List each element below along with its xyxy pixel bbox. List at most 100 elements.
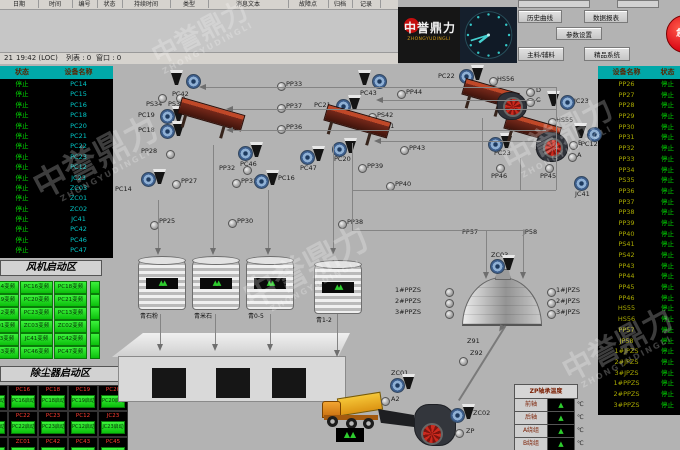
storage-silo[interactable]: ▲▲ [246, 258, 294, 310]
vfd-indicator[interactable] [90, 307, 100, 320]
dust-collector-cell: PC43PC43启动 [68, 437, 98, 450]
alarm-column-header[interactable]: 记录 [352, 0, 381, 8]
emergency-stop-button[interactable]: 急停 [666, 15, 680, 53]
flow-arrow-down [520, 272, 526, 279]
vfd-indicator[interactable] [90, 320, 100, 333]
dust-device-label: ZC01 [9, 439, 37, 445]
storage-silo[interactable]: ▲▲ [314, 262, 362, 314]
dust-device-label: PC43 [69, 439, 97, 445]
temp-table-title: ZP轴承温度 [514, 384, 578, 399]
vfd-start-button[interactable]: PC21变频 [54, 294, 87, 307]
status-dot [547, 288, 556, 297]
alarm-column-header[interactable]: 时间 [38, 0, 73, 8]
status-dot [338, 220, 347, 229]
device-name: PP31 [598, 132, 655, 142]
device-status: 停止 [655, 346, 680, 356]
dust-start-button[interactable]: PC21启动 [0, 421, 5, 434]
device-status: 停止 [655, 400, 680, 410]
vfd-start-button[interactable]: PC19变频 [0, 294, 19, 307]
vfd-start-button[interactable]: PC16变频 [20, 281, 53, 294]
device-label-b: B [578, 139, 582, 147]
vfd-start-button[interactable]: PC14变频 [0, 281, 19, 294]
alarm-column-header[interactable]: 类型 [170, 0, 209, 8]
alarm-column-header[interactable]: 消息文本 [208, 0, 289, 8]
data-report-button[interactable]: 数据报表 [584, 10, 628, 23]
fan-icon [390, 378, 405, 393]
screen-leg [494, 104, 500, 117]
vfd-start-button[interactable]: ZC03变频 [20, 320, 53, 333]
vfd-indicator[interactable] [90, 333, 100, 346]
storage-silo[interactable]: ▲▲ [138, 258, 186, 310]
device-label-pc22: PC22 [438, 72, 455, 80]
warehouse-door [272, 368, 306, 398]
status-dot [397, 90, 406, 99]
device-status-row: 停止JC23 [0, 173, 113, 183]
dust-start-button[interactable]: JC23启动 [101, 421, 125, 434]
vfd-start-button[interactable]: PC43变频 [0, 346, 19, 359]
vfd-start-button[interactable]: PC47变频 [54, 346, 87, 359]
vfd-start-button[interactable]: PC42变频 [54, 333, 87, 346]
dust-start-button[interactable]: PC18启动 [41, 395, 65, 408]
dust-start-button[interactable]: PC16启动 [11, 395, 35, 408]
dust-start-button[interactable]: PC19启动 [71, 395, 95, 408]
pipe-line [520, 158, 521, 190]
device-status-row: 停止PC20 [0, 121, 113, 131]
device-status: 停止 [655, 175, 680, 185]
device-name: PP43 [598, 261, 655, 271]
vfd-indicator[interactable] [90, 346, 100, 359]
history-curve-button[interactable]: 历史曲线 [518, 10, 562, 23]
device-status: 停止 [655, 197, 680, 207]
vfd-start-button[interactable]: PC22变频 [0, 307, 19, 320]
storage-silo[interactable]: ▲▲ [192, 258, 240, 310]
dust-start-button[interactable]: PC22启动 [11, 421, 35, 434]
vfd-start-button[interactable]: PC13变频 [54, 307, 87, 320]
vfd-start-button[interactable]: PC23变频 [20, 307, 53, 320]
alarm-column-header[interactable]: 编号 [72, 0, 98, 8]
vfd-start-button[interactable]: PC46变频 [20, 346, 53, 359]
hopper-icon [462, 404, 475, 419]
status-dot [445, 310, 454, 319]
hopper-icon [153, 169, 166, 184]
vfd-start-button[interactable]: JC41变频 [20, 333, 53, 346]
hopper-icon [250, 142, 263, 157]
feeder-conveyor[interactable] [378, 404, 414, 427]
temp-unit: ℃ [577, 398, 589, 411]
alarm-column-header[interactable]: 持续时间 [122, 0, 171, 8]
device-status: 停止 [655, 79, 680, 89]
dust-start-button[interactable]: PC23启动 [41, 421, 65, 434]
vfd-start-button[interactable]: PC18变频 [54, 281, 87, 294]
dust-start-button[interactable]: PC14启动 [0, 395, 5, 408]
vfd-indicator[interactable] [90, 294, 100, 307]
alarm-column-header[interactable]: 归档 [328, 0, 353, 8]
device-status: 停止 [655, 218, 680, 228]
material-button[interactable]: 主料/辅料 [518, 47, 564, 61]
vfd-start-button[interactable]: ZC01变频 [0, 320, 19, 333]
vfd-indicator[interactable] [90, 281, 100, 294]
device-label-pp32: PP32 [219, 164, 235, 172]
device-label-zp: ZP [466, 427, 474, 435]
device-status-row: PP27停止 [598, 90, 680, 101]
device-status: 停止 [655, 325, 680, 335]
stockpile-dome[interactable] [462, 277, 542, 326]
alarm-column-header[interactable]: 状态 [97, 0, 123, 8]
temp-unit: ℃ [577, 424, 589, 437]
vfd-start-button[interactable]: ZC02变频 [54, 320, 87, 333]
device-status-row: 停止JC41 [0, 214, 113, 224]
device-status-row: 2#JPZS停止 [598, 357, 680, 368]
device-name: 2#PPZS [598, 389, 655, 399]
hopper-level-indicator: ▲▲ [336, 428, 364, 442]
parameter-settings-button[interactable]: 参数设置 [556, 27, 602, 40]
alarm-column-header[interactable]: 故障点 [288, 0, 329, 8]
dust-device-label: ZC02 [0, 439, 7, 445]
device-name: PP26 [598, 79, 655, 89]
fine-product-system-button[interactable]: 精品系统 [584, 47, 630, 61]
status-dot [277, 104, 286, 113]
right-col-status: 状态 [655, 67, 680, 77]
alarm-column-header[interactable]: 日期 [0, 0, 39, 8]
dust-device-label: JC23 [99, 413, 127, 419]
vfd-start-button[interactable]: JC23变频 [0, 333, 19, 346]
dust-start-button[interactable]: PC12启动 [71, 421, 95, 434]
vfd-start-button[interactable]: PC20变频 [20, 294, 53, 307]
device-label-c: C [536, 96, 541, 104]
toolbar-status-bar: 21 19:42 (LOC) 列表 : 0 窗口 : 0 [0, 52, 398, 64]
